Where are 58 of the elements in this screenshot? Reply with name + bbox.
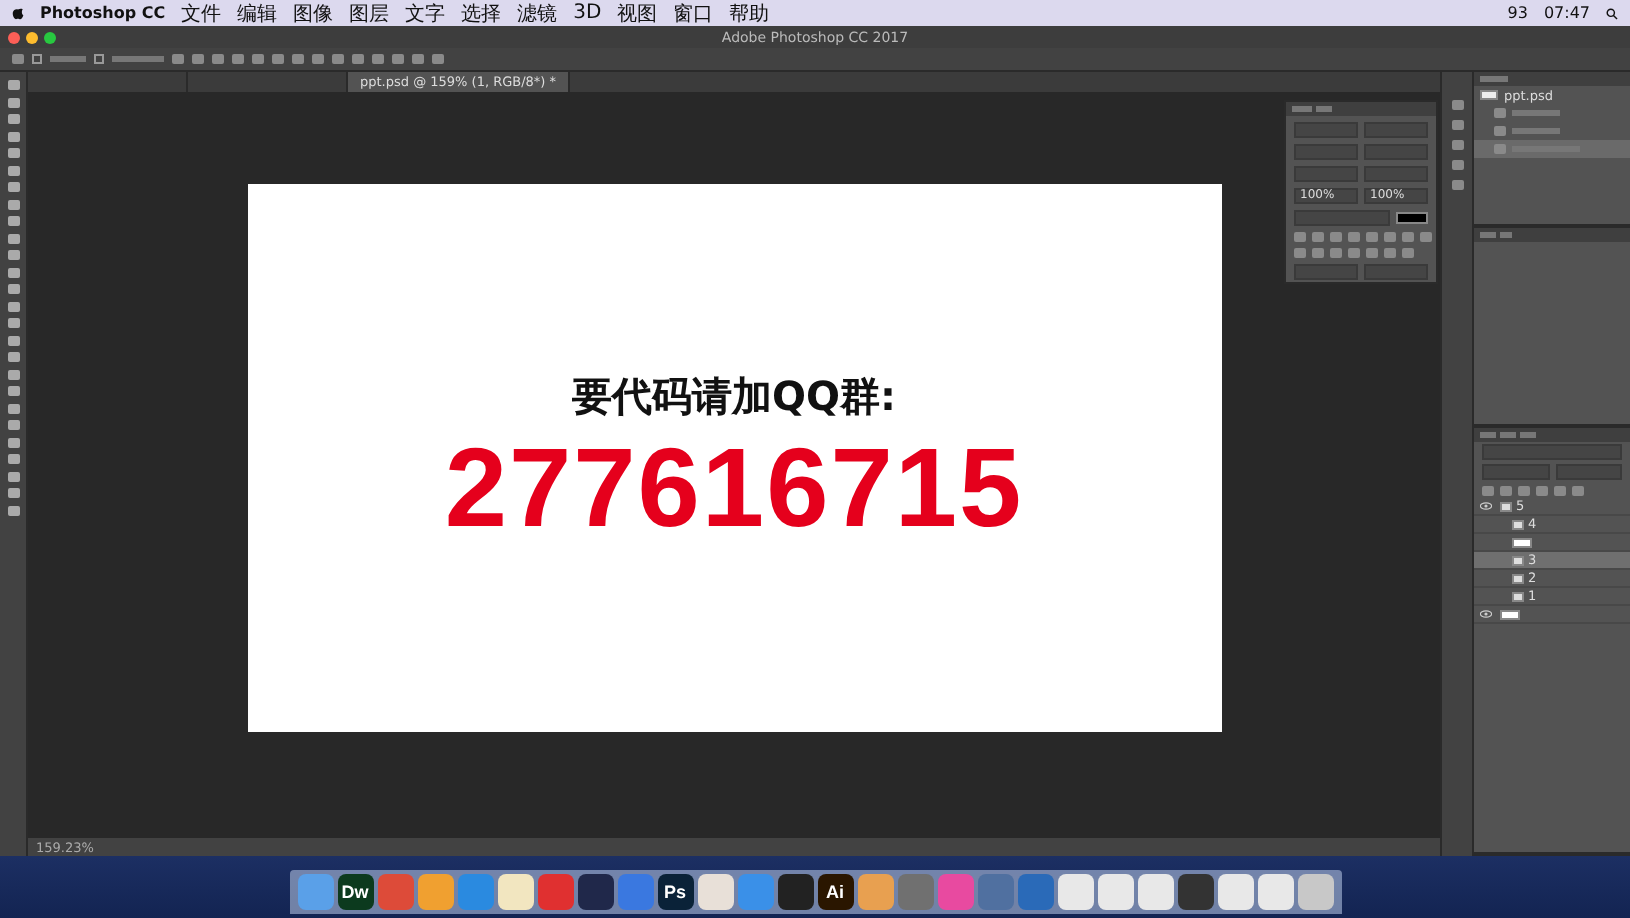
app-icon[interactable]: Dw <box>337 874 373 910</box>
app-icon[interactable] <box>1257 874 1293 910</box>
apple-icon[interactable] <box>12 6 24 20</box>
app-icon[interactable] <box>1177 874 1213 910</box>
menu-item[interactable]: 帮助 <box>729 0 770 27</box>
app-icon[interactable] <box>1097 874 1133 910</box>
app-icon[interactable] <box>777 874 813 910</box>
size-field[interactable] <box>1294 144 1358 160</box>
menu-item[interactable]: 文字 <box>405 0 446 27</box>
opacity-field[interactable] <box>1555 464 1622 480</box>
baseline-field[interactable] <box>1294 210 1390 226</box>
language-field[interactable] <box>1294 264 1358 280</box>
app-menu[interactable]: Photoshop CC <box>40 4 166 22</box>
canvas-heading: 要代码请加QQ群: <box>571 370 896 424</box>
move-tool-icon[interactable] <box>12 54 24 64</box>
clock: 07:47 <box>1543 4 1590 22</box>
layer-thumbnail <box>1500 609 1520 619</box>
app-icon[interactable]: Ai <box>817 874 853 910</box>
app-icon[interactable]: Ps <box>657 874 693 910</box>
menu-item[interactable]: 图层 <box>349 0 390 27</box>
menu-item[interactable]: 视图 <box>617 0 658 27</box>
app-icon[interactable] <box>577 874 613 910</box>
tracking-field[interactable] <box>1364 166 1428 182</box>
layer-thumbnail <box>1512 537 1532 547</box>
app-icon[interactable] <box>1057 874 1093 910</box>
font-field[interactable] <box>1294 122 1358 138</box>
kerning-field[interactable] <box>1294 166 1358 182</box>
menu-item[interactable]: 编辑 <box>237 0 278 27</box>
layer-row[interactable] <box>1474 606 1630 624</box>
filter-field[interactable] <box>1482 444 1622 460</box>
blend-mode-field[interactable] <box>1482 464 1549 480</box>
eye-icon[interactable] <box>1480 502 1492 510</box>
canvas-number: 277616715 <box>444 432 1024 544</box>
app-icon[interactable] <box>1137 874 1173 910</box>
search-icon[interactable] <box>1606 7 1618 19</box>
checkbox[interactable] <box>32 54 42 64</box>
color-swatch[interactable] <box>1396 212 1428 224</box>
leading-field[interactable] <box>1364 144 1428 160</box>
app-icon[interactable] <box>697 874 733 910</box>
antialias-field[interactable] <box>1364 264 1428 280</box>
eye-icon[interactable] <box>1480 610 1492 618</box>
menu-item[interactable]: 选择 <box>461 0 502 27</box>
style-field[interactable] <box>1364 122 1428 138</box>
history-item[interactable] <box>1474 140 1630 158</box>
snapshot-thumbnail <box>1480 90 1498 100</box>
menu-item[interactable]: 3D <box>573 2 602 24</box>
app-icon[interactable] <box>1217 874 1253 910</box>
app-icon[interactable] <box>497 874 533 910</box>
menu-item[interactable]: 图像 <box>293 0 334 27</box>
menu-item[interactable]: 滤镜 <box>517 0 558 27</box>
menu-item[interactable]: 文件 <box>181 0 222 27</box>
app-icon[interactable] <box>1297 874 1333 910</box>
minimize-button[interactable] <box>26 31 38 43</box>
checkbox[interactable] <box>94 54 104 64</box>
menu-item[interactable]: 窗口 <box>673 0 714 27</box>
zoom-button[interactable] <box>44 31 56 43</box>
battery-percent: 93 <box>1507 4 1528 22</box>
close-button[interactable] <box>8 31 20 43</box>
